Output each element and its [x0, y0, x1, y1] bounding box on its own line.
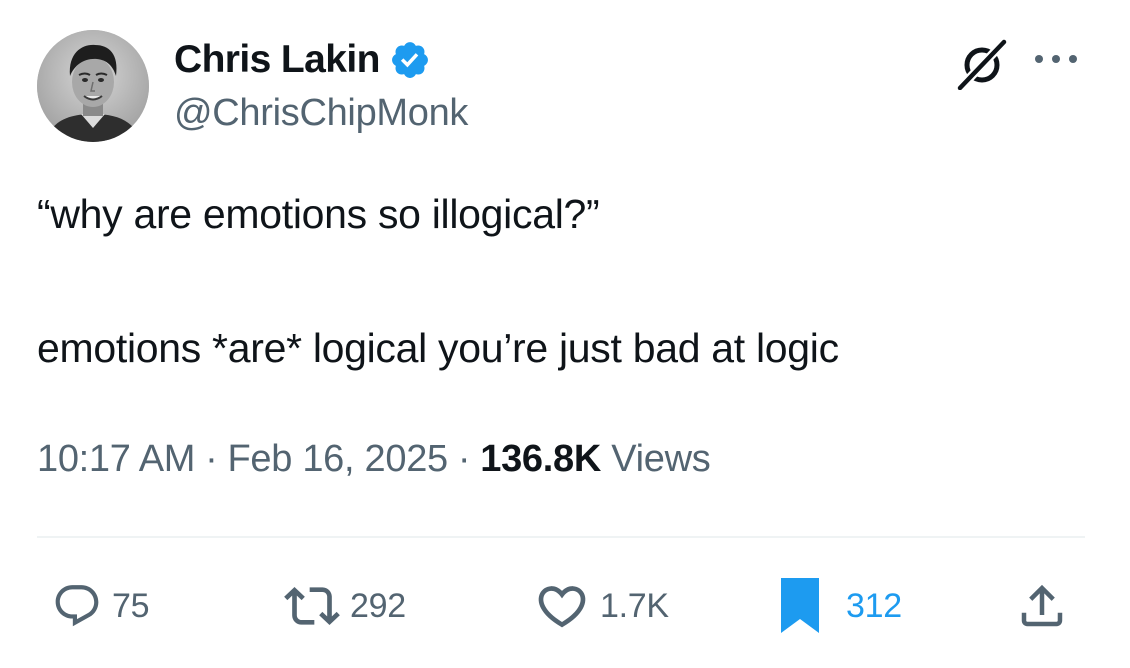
bookmark-count: 312 — [846, 586, 902, 625]
tweet-text-line-1: “why are emotions so illogical?” — [37, 191, 600, 237]
retweet-icon — [284, 587, 340, 625]
tweet-date[interactable]: Feb 16, 2025 — [228, 438, 449, 480]
more-options-icon[interactable] — [1030, 44, 1082, 74]
heart-icon — [538, 586, 586, 628]
tweet-time[interactable]: 10:17 AM — [37, 438, 195, 480]
tweet-meta: 10:17 AM · Feb 16, 2025 · 136.8K Views — [37, 435, 711, 483]
share-button[interactable] — [1015, 580, 1069, 632]
views-label[interactable]: Views — [611, 438, 710, 480]
like-count: 1.7K — [600, 586, 669, 625]
divider — [37, 536, 1085, 538]
reply-count: 75 — [112, 586, 150, 625]
bookmark-button[interactable]: 312 — [776, 578, 902, 633]
author-handle[interactable]: @ChrisChipMonk — [174, 92, 468, 135]
reply-button[interactable]: 75 — [52, 580, 150, 632]
tweet-card: Chris Lakin @ChrisChipMonk “why are emot… — [0, 0, 1130, 668]
retweet-count: 292 — [350, 586, 406, 625]
retweet-button[interactable]: 292 — [284, 580, 406, 632]
like-button[interactable]: 1.7K — [534, 580, 669, 632]
tweet-text-line-2: emotions *are* logical you’re just bad a… — [37, 325, 839, 371]
share-icon — [1021, 584, 1063, 627]
grok-icon[interactable] — [952, 37, 1012, 93]
verified-badge-icon[interactable] — [389, 39, 431, 81]
avatar[interactable] — [37, 30, 149, 142]
meta-separator: · — [457, 438, 471, 480]
views-count[interactable]: 136.8K — [480, 438, 601, 480]
avatar-photo-icon — [37, 30, 149, 142]
bookmark-filled-icon — [781, 578, 819, 633]
author-display-name[interactable]: Chris Lakin — [174, 38, 380, 82]
reply-icon — [55, 585, 99, 627]
author-name-row[interactable]: Chris Lakin — [174, 38, 431, 82]
meta-separator: · — [205, 438, 218, 480]
